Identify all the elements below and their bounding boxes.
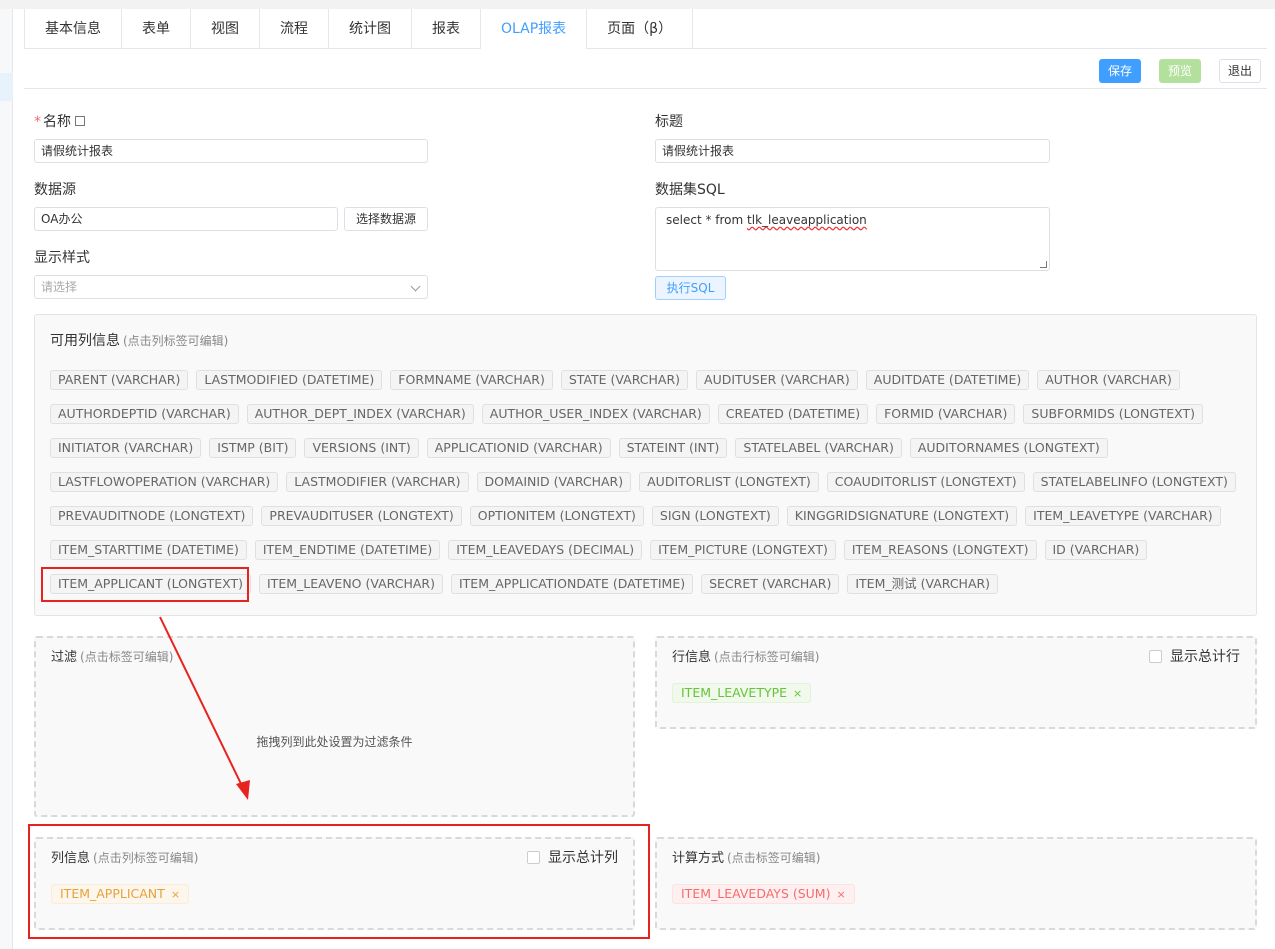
column-tag[interactable]: LASTMODIFIED (DATETIME) (196, 370, 383, 390)
annotation-highlight-applicant-tag (41, 567, 249, 602)
column-tag[interactable]: APPLICATIONID (VARCHAR) (426, 438, 611, 458)
title-label: 标题 (655, 114, 683, 130)
column-tag[interactable]: ITEM_STARTTIME (DATETIME) (50, 540, 247, 560)
column-tag[interactable]: STATELABEL (VARCHAR) (735, 438, 902, 458)
column-tag-row: LASTFLOWOPERATION (VARCHAR) LASTMODIFIER … (50, 472, 1244, 492)
column-tag[interactable]: DOMAINID (VARCHAR) (476, 472, 632, 492)
tab-page-beta[interactable]: 页面（β） (587, 9, 694, 49)
copy-icon[interactable] (75, 116, 85, 126)
name-label: * 名称 (34, 111, 85, 131)
column-tag[interactable]: SUBFORMIDS (LONGTEXT) (1023, 404, 1203, 424)
column-tag-row: ITEM_STARTTIME (DATETIME) ITEM_ENDTIME (D… (50, 540, 1155, 560)
tab-flow[interactable]: 流程 (260, 9, 329, 49)
column-tag[interactable]: AUTHOR_DEPT_INDEX (VARCHAR) (246, 404, 474, 424)
choose-datasource-button[interactable]: 选择数据源 (344, 207, 428, 231)
close-icon[interactable]: × (793, 687, 802, 700)
tab-report[interactable]: 报表 (412, 9, 481, 49)
column-tag[interactable]: AUTHOR_USER_INDEX (VARCHAR) (481, 404, 710, 424)
column-tag[interactable]: AUDITDATE (DATETIME) (865, 370, 1030, 390)
available-columns-title: 可用列信息 (点击列标签可编辑) (50, 333, 229, 349)
column-tag[interactable]: FORMID (VARCHAR) (876, 404, 1016, 424)
column-tag[interactable]: ISTMP (BIT) (209, 438, 297, 458)
datasource-label: 数据源 (34, 182, 76, 198)
filter-dropzone[interactable]: 过滤 (点击标签可编辑) 拖拽列到此处设置为过滤条件 (34, 636, 635, 817)
column-tag[interactable]: ITEM_APPLICATIONDATE (DATETIME) (450, 574, 694, 594)
column-tag[interactable]: OPTIONITEM (LONGTEXT) (469, 506, 644, 526)
column-tag[interactable]: ITEM_REASONS (LONGTEXT) (843, 540, 1037, 560)
column-tag[interactable]: STATEINT (INT) (618, 438, 728, 458)
column-tag[interactable]: AUDITORNAMES (LONGTEXT) (909, 438, 1108, 458)
exit-button[interactable]: 退出 (1219, 59, 1262, 83)
sql-text-table: tlk_leaveapplication (747, 213, 867, 227)
tab-chart[interactable]: 统计图 (329, 9, 412, 49)
style-select[interactable]: 请选择 (34, 275, 428, 299)
column-tag[interactable]: ITEM_PICTURE (LONGTEXT) (650, 540, 836, 560)
column-tag-row: INITIATOR (VARCHAR) ISTMP (BIT) VERSIONS (… (50, 438, 1116, 458)
annotation-highlight-column-zone (28, 824, 650, 939)
toolbar: 保存 预览 退出 (24, 56, 1267, 89)
column-tag[interactable]: CREATED (DATETIME) (717, 404, 869, 424)
calc-dropzone[interactable]: 计算方式 (点击标签可编辑) ITEM_LEAVEDAYS (SUM) × (655, 837, 1257, 930)
tab-view[interactable]: 视图 (191, 9, 260, 49)
sidebar-active-marker (0, 73, 13, 101)
column-tag[interactable]: PREVAUDITNODE (LONGTEXT) (50, 506, 254, 526)
tab-form[interactable]: 表单 (122, 9, 191, 49)
tab-olap-report[interactable]: OLAP报表 (481, 9, 588, 49)
column-tag[interactable]: PREVAUDITUSER (LONGTEXT) (261, 506, 462, 526)
calc-title: 计算方式 (点击标签可编辑) (672, 851, 821, 866)
column-tag[interactable]: INITIATOR (VARCHAR) (50, 438, 202, 458)
sql-label: 数据集SQL (655, 182, 725, 198)
close-icon[interactable]: × (836, 888, 845, 901)
chevron-down-icon (410, 281, 421, 292)
column-tag[interactable]: STATE (VARCHAR) (560, 370, 689, 390)
tab-basic-info[interactable]: 基本信息 (24, 9, 122, 49)
column-tag-row: AUTHORDEPTID (VARCHAR) AUTHOR_DEPT_INDEX … (50, 404, 1211, 424)
column-tag[interactable]: KINGGRIDSIGNATURE (LONGTEXT) (786, 506, 1018, 526)
column-tag[interactable]: AUTHOR (VARCHAR) (1037, 370, 1180, 390)
sql-text-prefix: select * from (666, 213, 748, 227)
column-tag[interactable]: ITEM_LEAVEDAYS (DECIMAL) (448, 540, 643, 560)
column-tag[interactable]: ITEM_LEAVETYPE (VARCHAR) (1025, 506, 1221, 526)
column-tag[interactable]: ITEM_LEAVENO (VARCHAR) (259, 574, 443, 594)
filter-title: 过滤 (点击标签可编辑) (51, 650, 174, 665)
style-select-placeholder: 请选择 (41, 280, 78, 294)
style-label: 显示样式 (34, 250, 90, 266)
checkbox-icon[interactable] (1149, 650, 1162, 663)
column-tag[interactable]: COAUDITORLIST (LONGTEXT) (826, 472, 1025, 492)
column-tag-row: PARENT (VARCHAR) LASTMODIFIED (DATETIME) F… (50, 370, 1188, 390)
column-tag[interactable]: SIGN (LONGTEXT) (651, 506, 779, 526)
column-tag[interactable]: AUTHORDEPTID (VARCHAR) (50, 404, 239, 424)
column-tag[interactable]: LASTFLOWOPERATION (VARCHAR) (50, 472, 279, 492)
save-button[interactable]: 保存 (1099, 59, 1142, 83)
datasource-input[interactable]: OA办公 (34, 207, 338, 231)
title-input[interactable]: 请假统计报表 (655, 139, 1050, 163)
column-tag[interactable]: SECRET (VARCHAR) (701, 574, 840, 594)
run-sql-button[interactable]: 执行SQL (655, 276, 726, 300)
column-tag[interactable]: FORMNAME (VARCHAR) (390, 370, 553, 390)
column-tag[interactable]: ITEM_测试 (VARCHAR) (847, 574, 999, 594)
filter-placeholder: 拖拽列到此处设置为过滤条件 (256, 735, 413, 749)
name-input[interactable]: 请假统计报表 (34, 139, 428, 163)
sql-textarea[interactable]: select * from tlk_leaveapplication (655, 207, 1050, 271)
column-tag[interactable]: PARENT (VARCHAR) (50, 370, 189, 390)
row-info-dropzone[interactable]: 行信息 (点击行标签可编辑) 显示总计行 ITEM_LEAVETYPE × (655, 636, 1257, 729)
row-chip[interactable]: ITEM_LEAVETYPE × (672, 683, 812, 703)
column-tag[interactable]: VERSIONS (INT) (304, 438, 419, 458)
column-tag[interactable]: STATELABELINFO (LONGTEXT) (1032, 472, 1236, 492)
row-info-title: 行信息 (点击行标签可编辑) (672, 650, 820, 665)
column-tag-row: PREVAUDITNODE (LONGTEXT) PREVAUDITUSER (L… (50, 506, 1229, 526)
window-top-bar (0, 0, 1275, 9)
column-tag[interactable]: AUDITORLIST (LONGTEXT) (639, 472, 819, 492)
show-total-row-checkbox[interactable]: 显示总计行 (1149, 646, 1240, 666)
column-tag[interactable]: LASTMODIFIER (VARCHAR) (286, 472, 469, 492)
column-tag[interactable]: ID (VARCHAR) (1044, 540, 1148, 560)
tab-bar: 基本信息 表单 视图 流程 统计图 报表 OLAP报表 页面（β） (24, 9, 1267, 49)
preview-button[interactable]: 预览 (1159, 59, 1202, 83)
calc-chip[interactable]: ITEM_LEAVEDAYS (SUM) × (672, 884, 855, 904)
column-tag[interactable]: AUDITUSER (VARCHAR) (696, 370, 858, 390)
resize-grip-icon[interactable] (1040, 261, 1047, 268)
left-sidebar-strip (0, 9, 13, 949)
column-tag[interactable]: ITEM_ENDTIME (DATETIME) (254, 540, 441, 560)
